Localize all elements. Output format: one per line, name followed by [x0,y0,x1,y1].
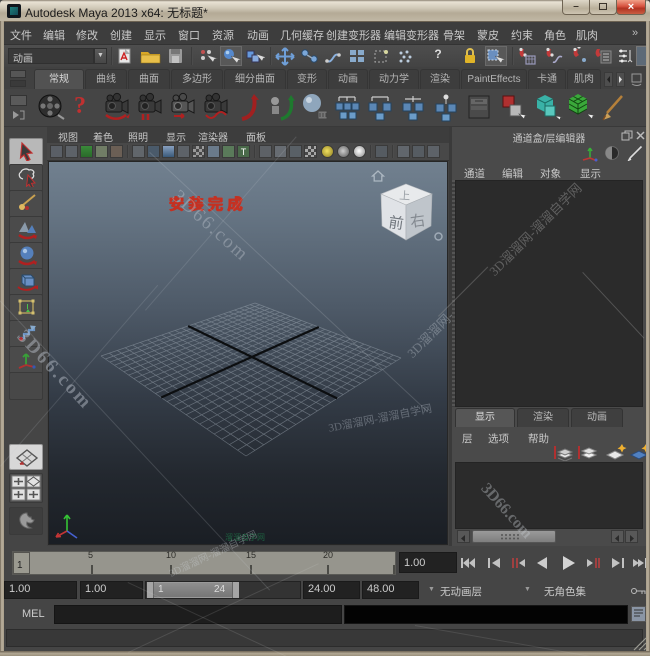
svg-text:右: 右 [409,212,426,231]
svg-text:上: 上 [399,189,411,203]
svg-text:前: 前 [387,214,404,233]
